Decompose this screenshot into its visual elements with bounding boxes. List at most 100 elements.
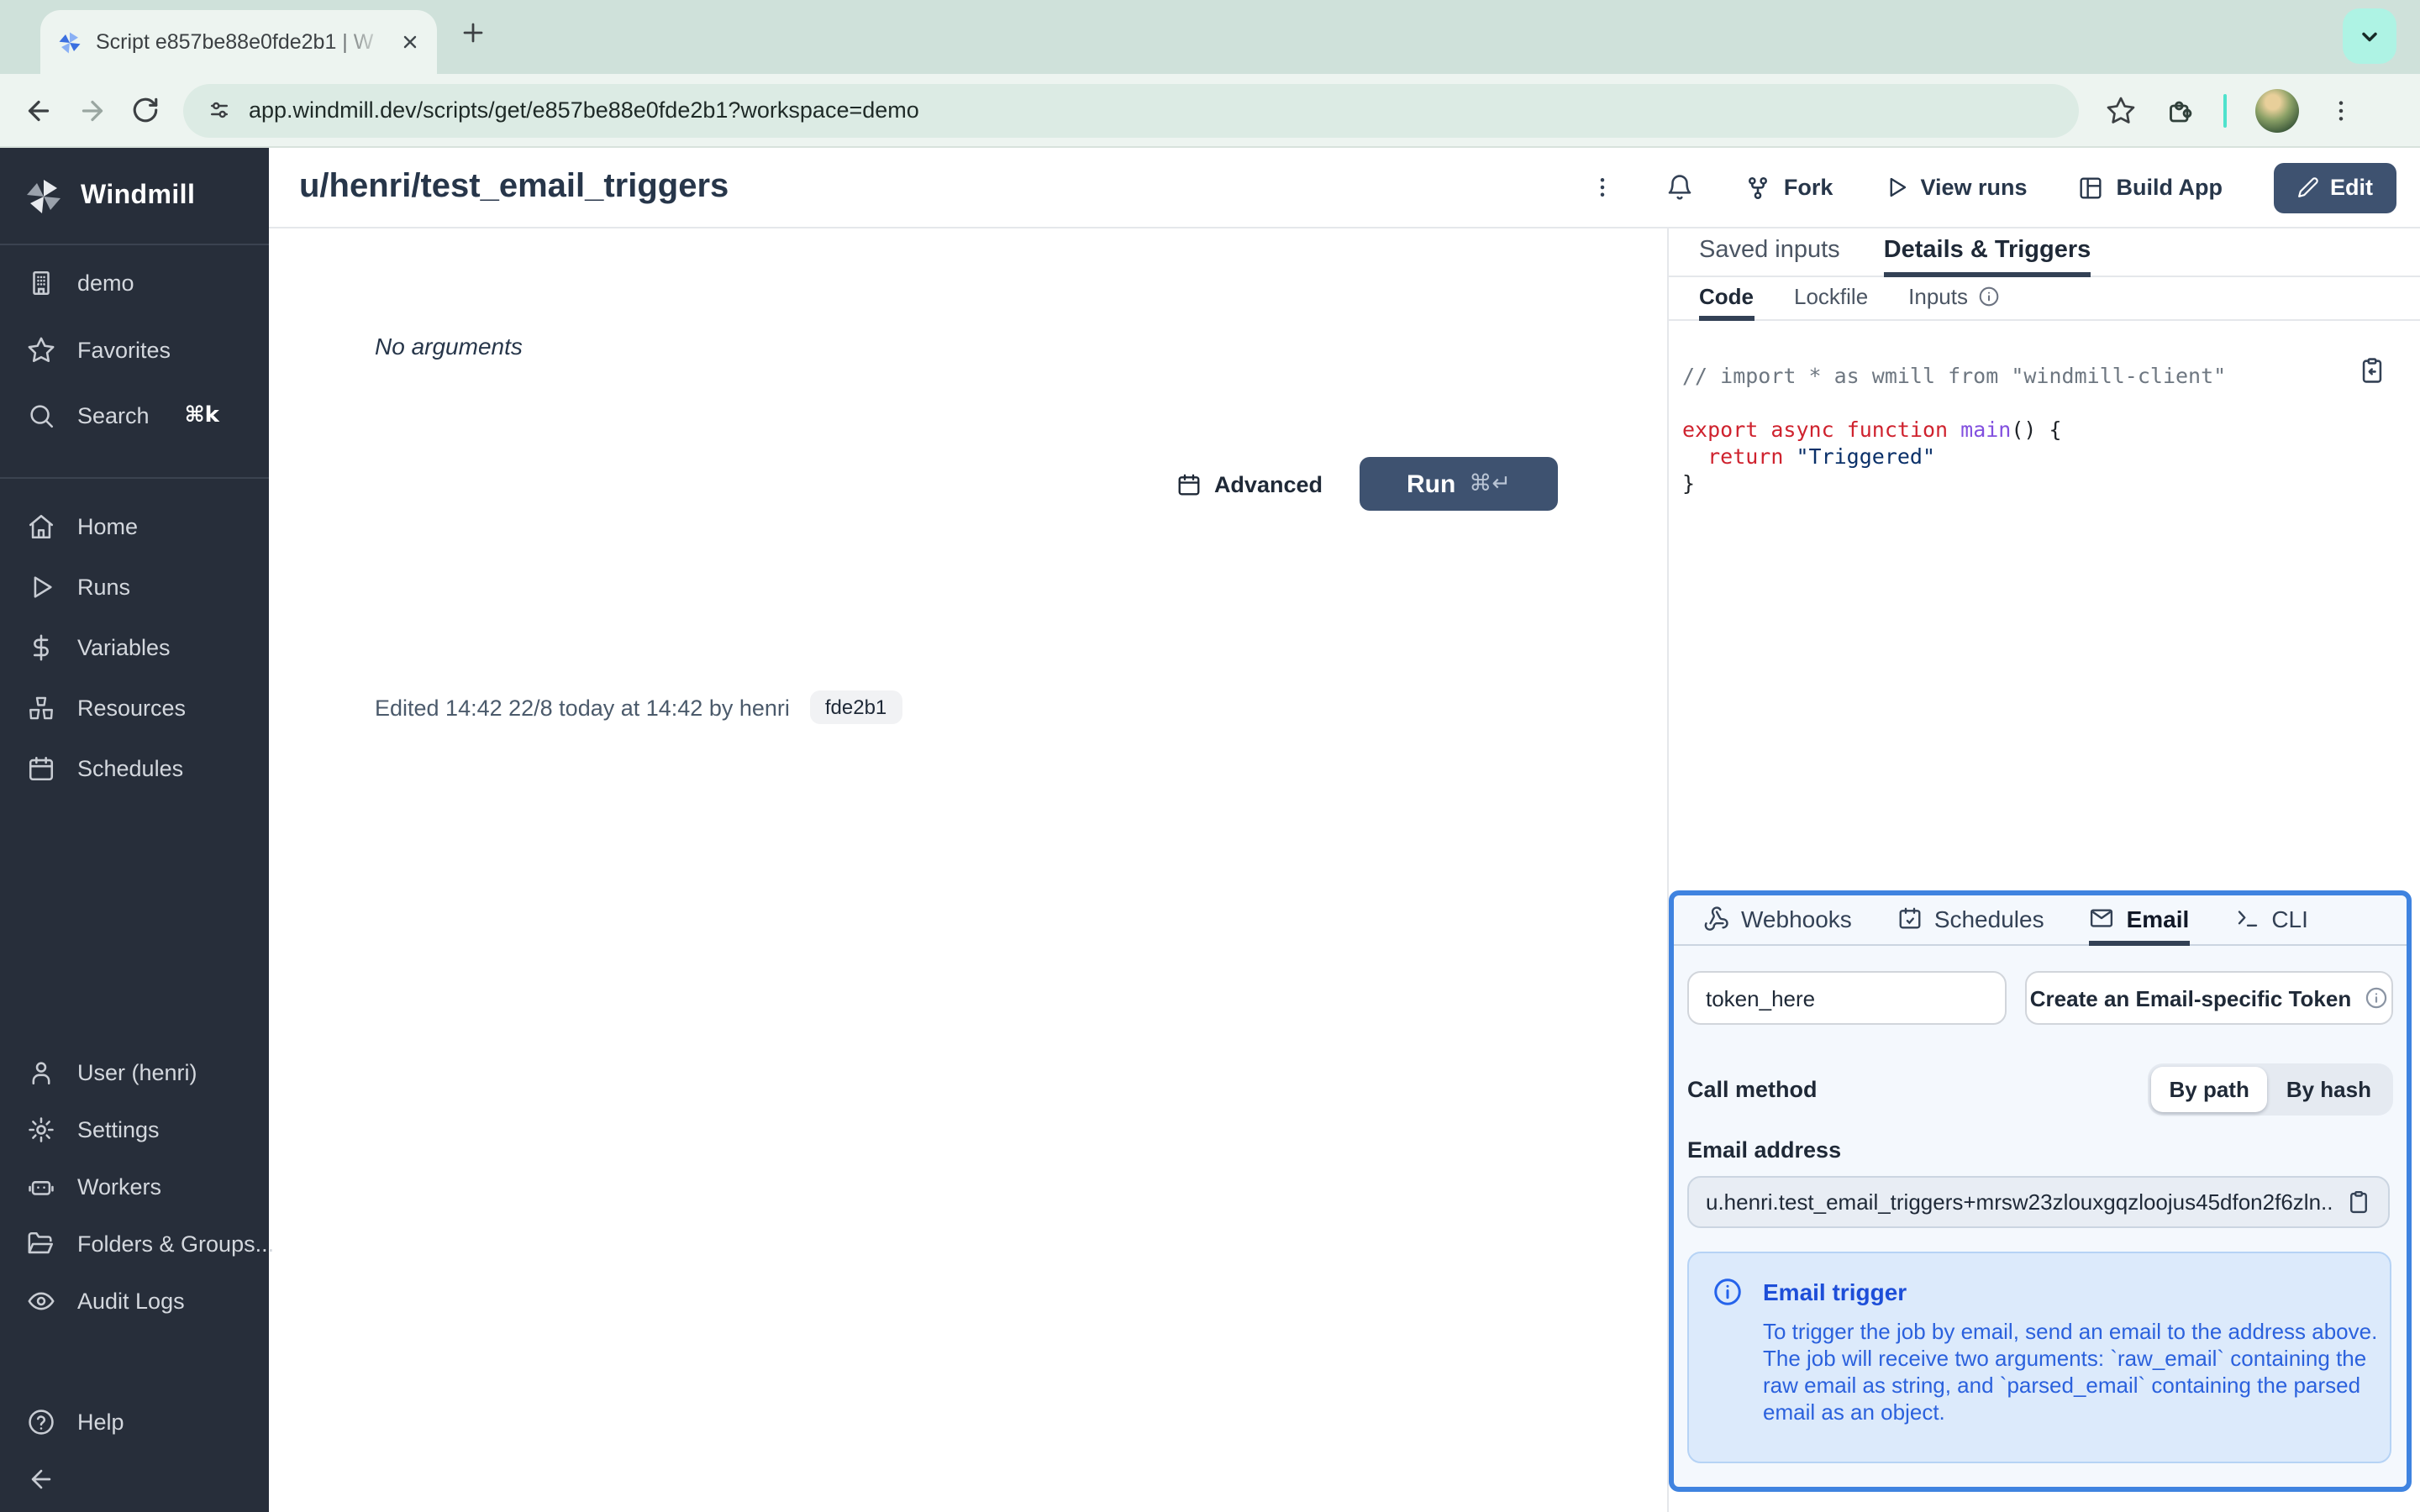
email-address-field[interactable] xyxy=(1687,1176,2390,1228)
by-hash-option[interactable]: By hash xyxy=(2268,1067,2390,1112)
sidebar-item-label: Resources xyxy=(77,695,187,720)
sidebar-item-workspace[interactable]: demo xyxy=(0,257,269,307)
edit-label: Edit xyxy=(2330,175,2373,200)
code-line-signature: export async function main() { xyxy=(1682,417,2062,442)
sidebar-item-schedules[interactable]: Schedules xyxy=(0,743,269,793)
tab-close-icon[interactable] xyxy=(400,32,420,52)
email-address-label: Email address xyxy=(1687,1137,1842,1163)
sidebar-item-settings[interactable]: Settings xyxy=(0,1104,269,1154)
code-line-close: } xyxy=(1682,470,1696,496)
browser-toolbar: app.windmill.dev/scripts/get/e857be88e0f… xyxy=(0,74,2420,148)
robot-icon xyxy=(27,1172,55,1200)
sidebar-item-label: Search xyxy=(77,402,150,428)
sidebar-item-label: Settings xyxy=(77,1116,160,1142)
search-shortcut: ⌘k xyxy=(184,402,219,428)
avatar[interactable] xyxy=(2255,88,2299,132)
browser-tab[interactable]: Script e857be88e0fde2b1 | W xyxy=(40,10,437,74)
tab-details-triggers[interactable]: Details & Triggers xyxy=(1883,228,2091,277)
url-bar[interactable]: app.windmill.dev/scripts/get/e857be88e0f… xyxy=(183,83,2079,137)
email-address-value[interactable] xyxy=(1706,1189,2333,1215)
sidebar-item-runs[interactable]: Runs xyxy=(0,561,269,612)
sidebar-item-home[interactable]: Home xyxy=(0,501,269,551)
run-button[interactable]: Run ⌘↵ xyxy=(1360,457,1558,511)
tab-code[interactable]: Code xyxy=(1699,277,1754,321)
no-arguments-text: No arguments xyxy=(375,333,523,360)
sidebar-item-resources[interactable]: Resources xyxy=(0,682,269,732)
tab-search-button[interactable] xyxy=(2343,8,2396,64)
email-trigger-info-body: To trigger the job by email, send an ema… xyxy=(1763,1319,2378,1425)
bookmark-star-icon[interactable] xyxy=(2106,95,2136,125)
fork-label: Fork xyxy=(1783,175,1833,200)
dollar-icon xyxy=(27,633,55,661)
copy-code-icon[interactable] xyxy=(2358,356,2386,385)
tab-lockfile[interactable]: Lockfile xyxy=(1794,277,1868,321)
token-input[interactable] xyxy=(1687,971,2007,1025)
tab-inputs[interactable]: Inputs xyxy=(1908,277,2000,321)
bell-icon[interactable] xyxy=(1666,173,1695,202)
more-menu-icon[interactable] xyxy=(1591,175,1616,200)
sidebar-collapse[interactable] xyxy=(0,1453,269,1504)
sidebar-item-folders[interactable]: Folders & Groups... xyxy=(0,1218,274,1268)
sidebar-item-variables[interactable]: Variables xyxy=(0,622,269,672)
fork-button[interactable]: Fork xyxy=(1745,174,1833,201)
new-tab-icon[interactable] xyxy=(460,20,486,45)
tab-cli[interactable]: CLI xyxy=(2234,895,2308,946)
tab-webhooks-label: Webhooks xyxy=(1741,905,1852,932)
create-email-token-button[interactable]: Create an Email-specific Token xyxy=(2025,971,2393,1025)
reload-icon[interactable] xyxy=(131,96,160,124)
webhook-icon xyxy=(1704,906,1729,931)
boxes-icon xyxy=(27,693,55,722)
script-header: u/henri/test_email_triggers Fork View ru… xyxy=(269,148,2420,228)
sidebar-item-label: Variables xyxy=(77,634,171,659)
email-trigger-info-box: Email trigger To trigger the job by emai… xyxy=(1687,1252,2391,1463)
edit-button[interactable]: Edit xyxy=(2273,162,2396,213)
sidebar-item-audit-logs[interactable]: Audit Logs xyxy=(0,1275,269,1326)
advanced-button[interactable]: Advanced xyxy=(1177,471,1323,496)
call-method-toggle: By path By hash xyxy=(2147,1063,2393,1116)
page-title: u/henri/test_email_triggers xyxy=(299,168,729,205)
build-app-button[interactable]: Build App xyxy=(2078,174,2223,201)
browser-menu-icon[interactable] xyxy=(2328,97,2354,123)
sidebar-item-label: Audit Logs xyxy=(77,1288,185,1313)
sidebar-item-workers[interactable]: Workers xyxy=(0,1161,269,1211)
play-outline-icon xyxy=(1883,175,1908,200)
code-comment: // import * as wmill from "windmill-clie… xyxy=(1682,363,2227,388)
view-runs-label: View runs xyxy=(1920,175,2028,200)
tab-trigger-schedules[interactable]: Schedules xyxy=(1897,895,2044,946)
call-method-label: Call method xyxy=(1687,1077,1818,1102)
code-viewer: // import * as wmill from "windmill-clie… xyxy=(1682,336,2407,497)
screen: Script e857be88e0fde2b1 | W app.windmill… xyxy=(0,0,2420,1512)
tab-saved-inputs[interactable]: Saved inputs xyxy=(1699,228,1840,277)
folder-icon xyxy=(27,1229,55,1257)
tab-email-label: Email xyxy=(2126,905,2190,932)
run-form-pane: No arguments Advanced Run ⌘↵ Edited 14:4… xyxy=(269,228,1667,1512)
sidebar-divider xyxy=(0,477,269,479)
view-runs-button[interactable]: View runs xyxy=(1883,175,2028,200)
tab-webhooks[interactable]: Webhooks xyxy=(1704,895,1852,946)
build-app-label: Build App xyxy=(2116,175,2223,200)
site-settings-icon[interactable] xyxy=(207,97,232,123)
windmill-brand[interactable]: Windmill xyxy=(0,148,269,242)
forward-icon[interactable] xyxy=(77,95,108,125)
sidebar-item-favorites[interactable]: Favorites xyxy=(0,324,269,375)
sidebar-item-search[interactable]: Search ⌘k xyxy=(0,390,269,440)
sidebar-item-help[interactable]: Help xyxy=(0,1396,269,1446)
run-shortcut: ⌘↵ xyxy=(1469,470,1511,497)
extensions-icon[interactable] xyxy=(2165,95,2195,125)
play-icon xyxy=(27,572,55,601)
copy-email-icon[interactable] xyxy=(2346,1189,2371,1215)
code-tabbar: Code Lockfile Inputs xyxy=(1669,277,2420,321)
tab-email[interactable]: Email xyxy=(2089,895,2190,946)
back-icon[interactable] xyxy=(24,95,54,125)
calendar-icon xyxy=(1897,906,1923,931)
pencil-icon xyxy=(2296,176,2318,198)
sidebar-item-label: Runs xyxy=(77,574,131,599)
sidebar-item-label: Favorites xyxy=(77,337,171,362)
calendar-icon xyxy=(27,753,55,782)
details-tabbar: Saved inputs Details & Triggers xyxy=(1669,228,2420,277)
user-icon xyxy=(27,1058,55,1086)
hash-badge[interactable]: fde2b1 xyxy=(809,690,902,724)
by-path-option[interactable]: By path xyxy=(2150,1067,2268,1112)
sidebar-item-user[interactable]: User (henri) xyxy=(0,1047,269,1097)
url-text: app.windmill.dev/scripts/get/e857be88e0f… xyxy=(249,97,919,123)
